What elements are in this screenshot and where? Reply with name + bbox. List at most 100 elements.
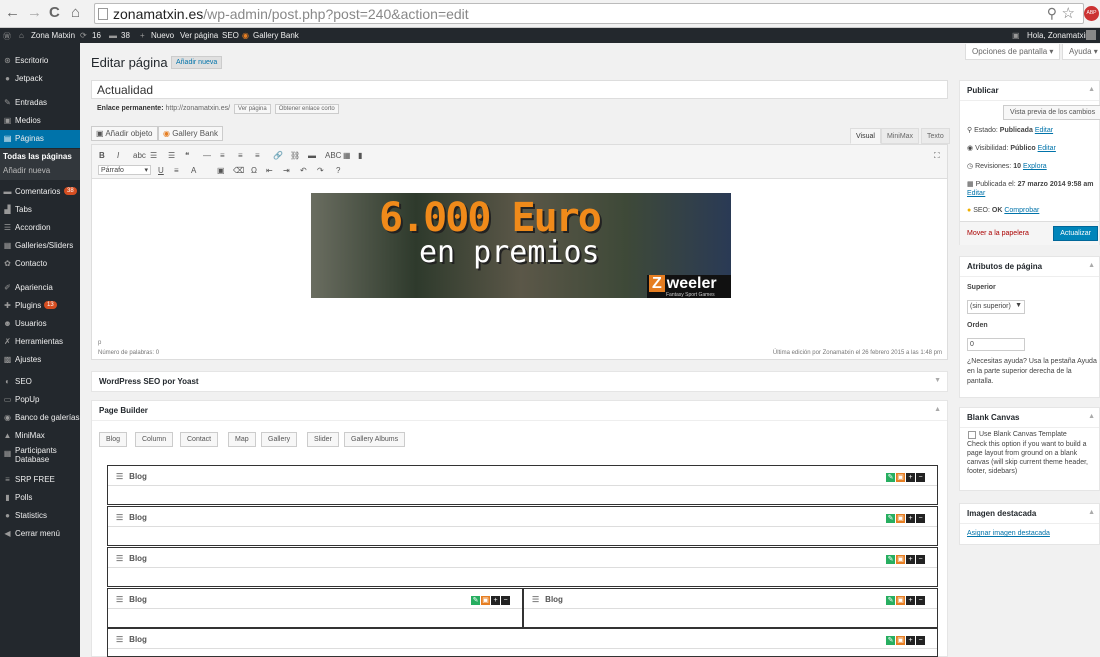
expand-icon[interactable]: + [906, 473, 915, 482]
builder-row[interactable]: ☰ Blog ✎ ▣ + − [107, 465, 938, 505]
builder-add-blog-button[interactable]: Blog [99, 432, 128, 447]
link-icon[interactable]: 🔗 [273, 151, 283, 160]
drag-handle-icon[interactable]: ☰ [116, 513, 123, 522]
home-icon[interactable]: ⌂ [71, 4, 80, 22]
permalink-url[interactable]: http://zonamatxin.es/ [165, 105, 230, 112]
chevron-up-icon[interactable]: ▲ [1088, 413, 1095, 420]
indent-icon[interactable]: ⇥ [283, 166, 290, 175]
duplicate-icon[interactable]: ▣ [896, 636, 905, 645]
horizontal-line-icon[interactable]: — [203, 151, 211, 160]
builder-add-map-button[interactable]: Map [228, 432, 256, 447]
set-featured-image-link[interactable]: Asignar imagen destacada [967, 530, 1050, 537]
drag-handle-icon[interactable]: ☰ [116, 635, 123, 644]
help-button[interactable]: Ayuda ▾ [1062, 44, 1100, 60]
edit-date-link[interactable]: Editar [967, 190, 985, 197]
sidebar-item-comentarios[interactable]: ▬ Comentarios 38 [0, 183, 80, 201]
seo-metabox[interactable]: WordPress SEO por Yoast ▼ [91, 371, 948, 392]
drag-handle-icon[interactable]: ☰ [532, 595, 539, 604]
unlink-icon[interactable]: ⛓ [290, 151, 300, 160]
italic-icon[interactable]: I [117, 151, 119, 160]
shortlink-button[interactable]: Obtener enlace corto [274, 104, 339, 114]
undo-icon[interactable]: ↶ [300, 166, 307, 175]
drag-handle-icon[interactable]: ☰ [116, 472, 123, 481]
align-center-icon[interactable]: ≡ [238, 151, 243, 160]
bullet-list-icon[interactable]: ☰ [150, 151, 157, 160]
url-text[interactable]: zonamatxin.es/wp-admin/post.php?post=240… [113, 6, 469, 22]
sidebar-item-jetpack[interactable]: ● Jetpack [0, 70, 80, 88]
collapse-icon[interactable]: − [916, 555, 925, 564]
redo-icon[interactable]: ↷ [317, 166, 324, 175]
collapse-icon[interactable]: − [916, 514, 925, 523]
collapse-icon[interactable]: − [916, 473, 925, 482]
edit-icon[interactable]: ✎ [886, 636, 895, 645]
sidebar-item-plugins[interactable]: ✚ Plugins 13 [0, 297, 80, 315]
expand-icon[interactable]: + [491, 596, 500, 605]
gallery-bank-button[interactable]: ◉ Gallery Bank [158, 126, 223, 141]
sidebar-item-tabs[interactable]: ▟ Tabs [0, 201, 80, 219]
align-left-icon[interactable]: ≡ [220, 151, 225, 160]
submenu-all-pages[interactable]: Todas las páginas [3, 152, 72, 161]
sidebar-item-minimax[interactable]: ▲ MiniMax [0, 427, 80, 445]
sidebar-item-galleries-sliders[interactable]: ▦ Galleries/Sliders [0, 237, 80, 255]
update-button[interactable]: Actualizar [1053, 226, 1098, 241]
builder-row[interactable]: ☰ Blog ✎ ▣ + − [107, 588, 523, 628]
chevron-up-icon[interactable]: ▲ [1088, 509, 1095, 516]
sidebar-item-cerrar-men[interactable]: ◀ Cerrar menú [0, 525, 80, 543]
builder-row[interactable]: ☰ Blog ✎ ▣ + − [107, 506, 938, 546]
expand-icon[interactable]: + [906, 596, 915, 605]
bold-icon[interactable]: B [99, 151, 105, 160]
reload-icon[interactable]: C [49, 4, 60, 22]
sidebar-item-contacto[interactable]: ✿ Contacto [0, 255, 80, 273]
submenu-add-new[interactable]: Añadir nueva [3, 166, 50, 175]
sidebar-item-participants[interactable]: ▦ Participants Database [0, 445, 80, 467]
preview-changes-button[interactable]: Vista previa de los cambios [1003, 105, 1100, 120]
expand-icon[interactable]: + [906, 555, 915, 564]
duplicate-icon[interactable]: ▣ [481, 596, 490, 605]
sidebar-item-srp-free[interactable]: ≡ SRP FREE [0, 471, 80, 489]
duplicate-icon[interactable]: ▣ [896, 555, 905, 564]
fullscreen-icon[interactable]: ⛶ [934, 151, 940, 160]
format-select[interactable]: Párrafo ▾ [98, 165, 151, 175]
duplicate-icon[interactable]: ▣ [896, 596, 905, 605]
tab-visual[interactable]: Visual [850, 128, 881, 144]
sidebar-item-ajustes[interactable]: ▩ Ajustes [0, 351, 80, 369]
sidebar-item-herramientas[interactable]: ✗ Herramientas [0, 333, 80, 351]
back-icon[interactable]: ← [5, 4, 20, 22]
seo-link[interactable]: SEO [222, 31, 239, 40]
site-name-link[interactable]: Zona Matxin [31, 31, 75, 40]
chevron-up-icon[interactable]: ▲ [934, 406, 941, 413]
edit-icon[interactable]: ✎ [886, 596, 895, 605]
avatar[interactable] [1086, 30, 1096, 40]
builder-add-gallery-albums-button[interactable]: Gallery Albums [344, 432, 406, 447]
underline-icon[interactable]: U [158, 166, 164, 175]
screen-options-button[interactable]: Opciones de pantalla ▾ [965, 44, 1061, 60]
new-link[interactable]: Nuevo [151, 31, 174, 40]
tab-text[interactable]: Texto [921, 128, 950, 144]
special-char-icon[interactable]: Ω [251, 166, 257, 175]
clear-format-icon[interactable]: ⌫ [233, 166, 244, 175]
sidebar-item-banco-de-galer-as[interactable]: ◉ Banco de galerías [0, 409, 80, 427]
wordpress-logo-icon[interactable]: Ⓦ [3, 31, 11, 42]
gallery-bank-link[interactable]: Gallery Bank [253, 31, 299, 40]
sidebar-item-polls[interactable]: ▮ Polls [0, 489, 80, 507]
builder-add-column-button[interactable]: Column [135, 432, 174, 447]
chevron-down-icon[interactable]: ▼ [934, 377, 941, 384]
address-bar[interactable]: zonamatxin.es/wp-admin/post.php?post=240… [94, 3, 1084, 24]
builder-row[interactable]: ☰ Blog ✎ ▣ + − [107, 628, 938, 657]
expand-icon[interactable]: + [906, 636, 915, 645]
collapse-icon[interactable]: − [916, 636, 925, 645]
check-link[interactable]: Comprobar [1004, 207, 1039, 214]
banner-image[interactable]: 6.000 Euro en premios Zweeler Fantasy Sp… [311, 193, 731, 298]
edit-status-link[interactable]: Editar [1035, 127, 1053, 134]
chevron-up-icon[interactable]: ▲ [1088, 86, 1095, 93]
duplicate-icon[interactable]: ▣ [896, 514, 905, 523]
add-new-button[interactable]: Añadir nueva [171, 56, 223, 69]
adblock-icon[interactable]: ABP [1084, 6, 1099, 21]
builder-add-gallery-button[interactable]: Gallery [261, 432, 298, 447]
blockquote-icon[interactable]: ❝ [185, 151, 189, 160]
strikethrough-icon[interactable]: abc [133, 151, 146, 160]
star-icon[interactable]: ☆ [1062, 4, 1075, 22]
justify-icon[interactable]: ≡ [174, 166, 179, 175]
edit-icon[interactable]: ✎ [886, 473, 895, 482]
greeting-link[interactable]: Hola, Zonamatxin [1027, 31, 1090, 40]
